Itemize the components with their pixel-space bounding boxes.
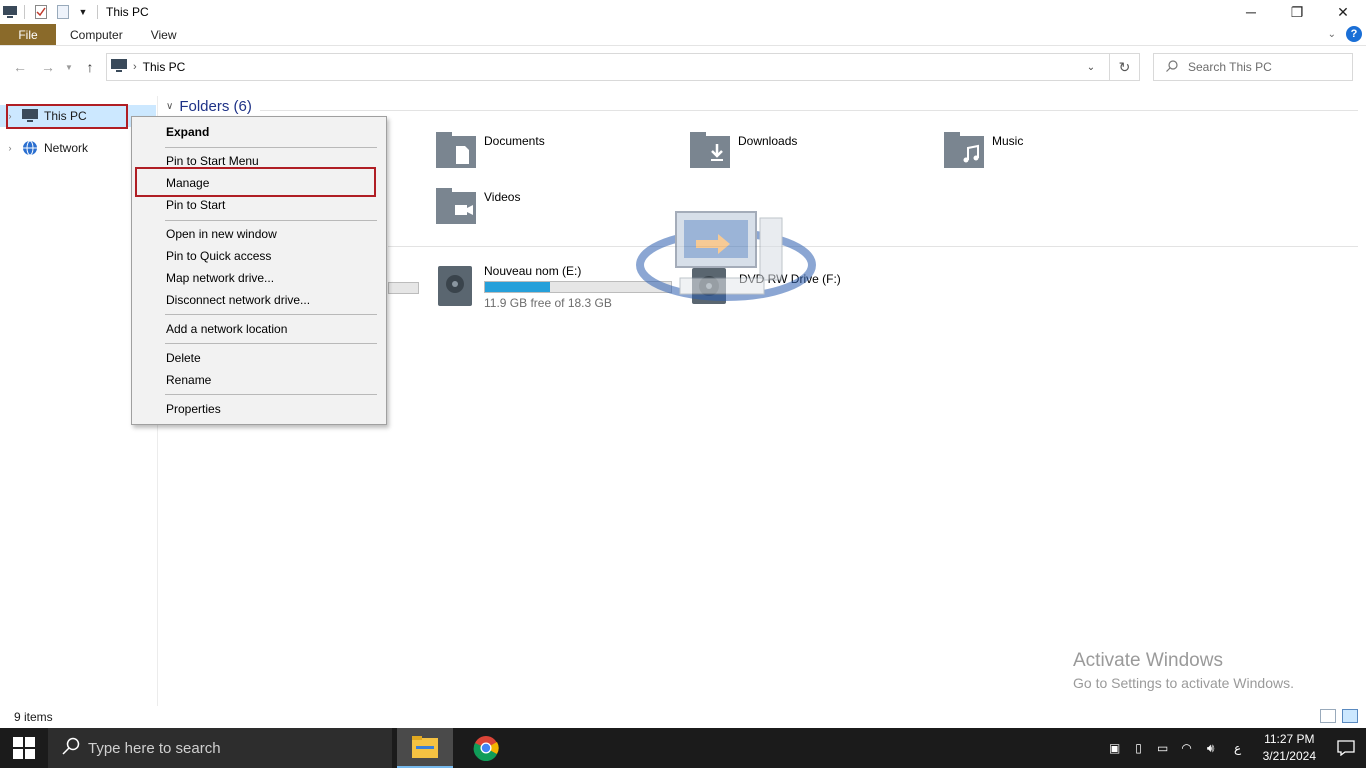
recent-locations-chevron-icon[interactable]: ▼ [62,53,76,81]
new-folder-icon[interactable] [55,4,71,20]
this-pc-highlight [6,104,128,129]
divider [388,246,1358,247]
close-button[interactable]: ✕ [1320,0,1366,24]
breadcrumb-chevron-icon[interactable]: › [133,61,137,73]
item-count: 9 items [14,710,53,724]
videos-folder-icon [436,188,476,224]
sidebar-item-label: Network [44,141,89,155]
system-tray: ▣ ▯ ▭ ◠ 🔊︎ ع 11:27 PM 3/21/2024 [1103,728,1366,768]
ribbon-tabs: File Computer View ⌄ ? [0,24,1366,46]
separator [97,5,98,19]
network-icon [22,140,38,156]
manage-highlight [135,167,376,197]
volume-icon[interactable]: 🔊︎ [1199,728,1223,768]
usb-icon[interactable]: ▯ [1127,728,1151,768]
menu-item-add-network-location[interactable]: Add a network location [166,319,287,339]
address-bar[interactable]: › This PC ⌄ ↻ [106,53,1140,81]
context-menu: Expand Pin to Start Menu Manage Pin to S… [131,116,387,425]
clock[interactable]: 11:27 PM 3/21/2024 [1263,731,1316,765]
title-bar: ▼ This PC ─ ❐ ✕ [0,0,1366,24]
menu-item-pin-quick-access[interactable]: Pin to Quick access [166,246,271,266]
menu-item-properties[interactable]: Properties [166,399,221,419]
menu-item-delete[interactable]: Delete [166,348,201,368]
chrome-icon [473,736,499,761]
menu-item-disconnect-network-drive[interactable]: Disconnect network drive... [166,290,310,310]
search-icon [62,737,80,760]
address-dropdown-icon[interactable]: ⌄ [1079,54,1103,80]
search-input[interactable]: Search This PC [1153,53,1353,81]
hard-drive-icon [438,266,472,306]
folder-documents[interactable]: Documents [436,132,545,168]
notification-center-icon[interactable] [1326,728,1366,768]
windows-logo-icon [13,737,35,759]
tab-view[interactable]: View [137,24,191,45]
file-explorer-icon [412,736,438,758]
window-title: This PC [106,5,149,19]
menu-separator [165,147,377,148]
chrome-taskbar-button[interactable] [458,728,514,768]
help-icon[interactable]: ? [1346,26,1362,42]
properties-icon[interactable] [33,4,49,20]
start-button[interactable] [0,728,48,768]
customize-toolbar-chevron-icon[interactable]: ▼ [75,4,91,20]
taskbar: Type here to search ▣ ▯ ▭ ◠ 🔊︎ ع 11:27 P… [0,728,1366,768]
forward-icon[interactable]: → [34,53,62,81]
wifi-icon[interactable]: ◠ [1175,728,1199,768]
menu-separator [165,394,377,395]
monitor-icon[interactable] [2,4,18,20]
activation-watermark: Activate Windows Go to Settings to activ… [1073,650,1294,691]
search-placeholder: Search This PC [1188,60,1272,74]
chevron-down-icon: ∨ [166,101,174,112]
menu-separator [165,220,377,221]
large-icons-view-icon[interactable] [1342,709,1358,723]
separator [24,5,25,19]
breadcrumb[interactable]: This PC [143,60,186,74]
up-icon[interactable]: ↑ [76,53,104,81]
navigation-bar: ← → ▼ ↑ › This PC ⌄ ↻ Search This PC [0,50,1366,84]
menu-separator [165,314,377,315]
folder-downloads[interactable]: Downloads [690,132,797,168]
music-folder-icon [944,132,984,168]
menu-item-rename[interactable]: Rename [166,370,211,390]
menu-item-pin-to-start[interactable]: Pin to Start [166,195,225,215]
menu-item-map-network-drive[interactable]: Map network drive... [166,268,274,288]
battery-icon[interactable]: ▭ [1151,728,1175,768]
language-indicator[interactable]: ع [1223,728,1253,768]
display-icon[interactable]: ▣ [1103,728,1127,768]
menu-item-expand[interactable]: Expand [166,122,209,142]
chevron-right-icon[interactable]: › [4,143,16,153]
expand-ribbon-icon[interactable]: ⌄ [1328,29,1336,40]
status-bar: 9 items [0,706,1366,728]
taskbar-search-input[interactable]: Type here to search [48,728,392,768]
tab-file[interactable]: File [0,24,56,45]
sidebar-item-network[interactable]: › Network [0,137,88,159]
downloads-folder-icon [690,132,730,168]
folders-group-header[interactable]: ∨ Folders (6) [166,98,252,115]
refresh-icon[interactable]: ↻ [1109,54,1139,80]
folder-music[interactable]: Music [944,132,1023,168]
file-explorer-taskbar-button[interactable] [397,728,453,768]
tab-computer[interactable]: Computer [56,24,137,45]
search-icon [1166,59,1178,75]
details-view-icon[interactable] [1320,709,1336,723]
back-icon[interactable]: ← [6,53,34,81]
documents-folder-icon [436,132,476,168]
taskbar-search-placeholder: Type here to search [88,739,221,757]
restore-button[interactable]: ❐ [1274,0,1320,24]
watermark-logo [636,211,816,301]
menu-item-open-new-window[interactable]: Open in new window [166,224,277,244]
menu-separator [165,343,377,344]
monitor-icon [111,58,127,76]
folder-videos[interactable]: Videos [436,188,520,224]
partial-drive-bar [388,282,419,294]
minimize-button[interactable]: ─ [1228,0,1274,24]
divider [260,110,1358,111]
drive-usage-fill [485,282,551,292]
